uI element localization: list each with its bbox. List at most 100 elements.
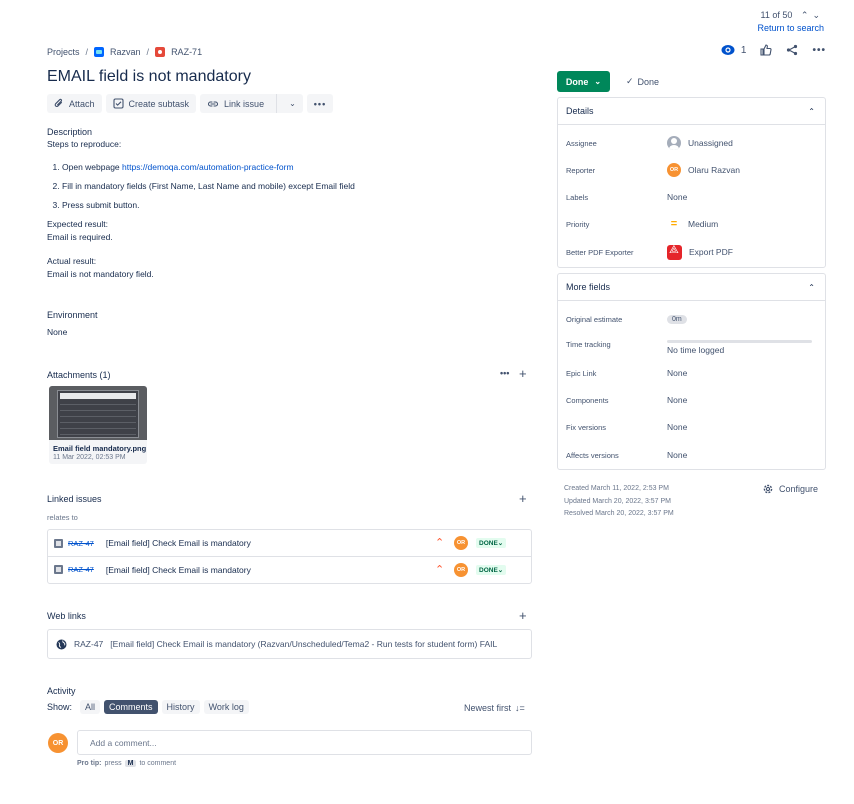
original-estimate-value: 0m [667,314,687,324]
issue-toolbar: Attach Create subtask Link issue ⌄ ••• [47,94,334,113]
relation-label: relates to [47,513,78,522]
environment-value[interactable]: None [47,326,67,339]
linked-issue-row[interactable]: RAZ-47 [Email field] Check Email is mand… [48,556,531,582]
reporter-avatar: OR [667,163,681,177]
attachments-more-icon[interactable]: ••• [500,368,509,378]
more-actions-icon[interactable]: ••• [812,45,826,56]
field-epic-link[interactable]: Epic Link None [566,363,817,383]
status-lozenge[interactable]: DONE⌄ [476,565,507,575]
linked-issue-key[interactable]: RAZ-47 [68,565,94,574]
tab-all[interactable]: All [80,700,101,714]
breadcrumb-project[interactable]: Razvan [110,47,141,57]
resolution-indicator: ✓ Done [626,76,659,87]
linked-issue-key[interactable]: RAZ-47 [68,539,94,548]
assignee-avatar: OR [454,563,468,577]
created-date: Created March 11, 2022, 2:53 PM [564,485,669,492]
preview-sheet [57,390,139,438]
link-issue-button[interactable]: Link issue [200,94,271,113]
description-intro: Steps to reproduce: [47,139,122,149]
field-time-tracking[interactable]: Time tracking No time logged [566,336,817,356]
field-label: Reporter [566,165,596,175]
breadcrumb-issue-key[interactable]: RAZ-71 [171,47,202,57]
add-web-link-icon[interactable]: + [519,608,527,623]
field-assignee[interactable]: Assignee Unassigned [566,133,817,153]
web-link-key: RAZ-47 [74,639,104,649]
preview-bar [60,393,136,399]
tab-work-log[interactable]: Work log [203,700,249,714]
pager-arrows[interactable]: ⌃⌄ [801,10,824,21]
tab-comments[interactable]: Comments [104,700,158,714]
breadcrumb: Projects / Razvan / RAZ-71 [47,47,202,57]
more-toolbar-button[interactable]: ••• [306,94,334,113]
field-pdf-exporter[interactable]: Better PDF Exporter Export PDF [566,242,817,262]
field-label: Assignee [566,138,597,148]
status-transition-button[interactable]: Done ⌄ [557,71,610,92]
field-affects-versions[interactable]: Affects versions None [566,445,817,465]
gear-icon [763,484,773,494]
status-label: Done [565,76,589,87]
description-section: Description Steps to reproduce: Open web… [47,127,527,281]
attach-label: Attach [69,98,95,109]
field-labels[interactable]: Labels None [566,187,817,207]
field-components[interactable]: Components None [566,390,817,410]
field-reporter[interactable]: Reporter OR Olaru Razvan [566,160,817,180]
field-label: Fix versions [566,422,607,432]
activity-label: Activity [47,686,76,696]
pro-tip-suffix: to comment [139,760,177,767]
link-issue-dropdown[interactable]: ⌄ [282,94,303,113]
chevron-up-icon: ⌃ [808,282,815,292]
field-label: Affects versions [566,450,619,460]
field-priority[interactable]: Priority = Medium [566,214,817,234]
watch-button[interactable]: 1 [721,44,746,56]
comment-input[interactable]: Add a comment... [77,730,532,755]
configure-button[interactable]: Configure [762,483,818,495]
issue-type-icon [54,565,63,574]
web-link-item[interactable]: RAZ-47 [Email field] Check Email is mand… [47,629,532,659]
add-attachment-icon[interactable]: + [519,366,527,381]
linked-issue-summary[interactable]: [Email field] Check Email is mandatory [106,538,251,548]
steps-list: Open webpage https://demoqa.com/automati… [47,161,527,212]
pro-tip-label: Pro tip: [77,760,102,767]
linked-issues-label: Linked issues [47,494,102,504]
attach-button[interactable]: Attach [47,94,102,113]
check-icon: ✓ [626,76,634,86]
assignee-value: Unassigned [688,138,733,148]
sort-toggle[interactable]: Newest first ↓= [464,703,525,713]
updated-date: Updated March 20, 2022, 3:57 PM [564,497,672,505]
details-header[interactable]: Details ⌃ [558,98,825,125]
pager-count: 11 of 50 [760,10,793,20]
subtask-icon [112,98,124,109]
tab-history[interactable]: History [161,700,200,714]
field-fix-versions[interactable]: Fix versions None [566,417,817,437]
share-icon[interactable] [786,44,798,56]
attachment-thumbnail[interactable]: Email field mandatory.png 11 Mar 2022, 0… [49,386,147,464]
link-issue-split-button: Link issue ⌄ [200,94,303,113]
field-value: Export PDF [667,244,733,260]
field-original-estimate[interactable]: Original estimate 0m [566,309,817,329]
linked-issue-row[interactable]: RAZ-47 [Email field] Check Email is mand… [48,530,531,556]
unassigned-avatar-icon [667,136,681,150]
demoqa-link[interactable]: https://demoqa.com/automation-practice-f… [122,162,294,172]
resolved-date: Resolved March 20, 2022, 3:57 PM [564,510,674,517]
thumbs-up-icon[interactable] [760,44,773,56]
sort-icon: ↓= [515,703,525,713]
add-linked-issue-icon[interactable]: + [519,491,527,506]
breadcrumb-separator: / [146,47,150,57]
labels-value: None [667,192,688,202]
status-lozenge-text: DONE [479,540,498,547]
return-to-search-link[interactable]: Return to search [757,23,824,33]
link-icon [208,100,219,107]
status-lozenge[interactable]: DONE⌄ [476,538,507,548]
activity-filter: Show: All Comments History Work log [47,700,249,714]
link-issue-label: Link issue [224,98,265,109]
breadcrumb-projects[interactable]: Projects [47,47,80,57]
issue-title[interactable]: EMAIL field is not mandatory [47,68,251,86]
actual-label: Actual result: [47,256,97,266]
field-label: Labels [566,192,589,202]
create-subtask-button[interactable]: Create subtask [105,94,197,113]
export-pdf-link[interactable]: Export PDF [689,247,733,257]
linked-issue-summary[interactable]: [Email field] Check Email is mandatory [106,565,251,575]
more-fields-header[interactable]: More fields ⌃ [558,274,825,301]
description-label: Description [47,127,93,137]
more-icon: ••• [313,98,327,109]
